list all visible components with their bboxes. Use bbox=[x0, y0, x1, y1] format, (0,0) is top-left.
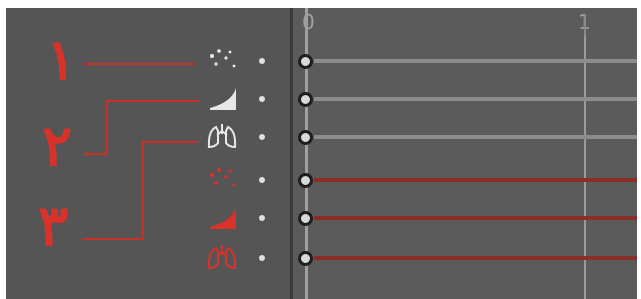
track-row-4[interactable] bbox=[314, 178, 637, 182]
keyframe[interactable] bbox=[298, 130, 313, 145]
annotation-connector bbox=[84, 153, 108, 155]
animation-panel: 0 1 bbox=[6, 8, 637, 299]
annotation-connector bbox=[82, 238, 144, 240]
annotation-connector bbox=[142, 141, 198, 143]
annotation-label-2: ۲ bbox=[42, 113, 73, 179]
annotation-label-1: ۱ bbox=[46, 27, 77, 93]
keyframe[interactable] bbox=[298, 173, 313, 188]
annotation-label-3: ۳ bbox=[38, 193, 69, 259]
ruler-tick bbox=[584, 14, 586, 36]
channel-dot[interactable] bbox=[259, 96, 265, 102]
panel-divider[interactable] bbox=[290, 8, 293, 299]
lungs-icon[interactable] bbox=[204, 121, 240, 151]
track-row-6[interactable] bbox=[314, 256, 637, 260]
track-row-2[interactable] bbox=[314, 97, 637, 101]
track-row-5[interactable] bbox=[314, 216, 637, 220]
channel-dot[interactable] bbox=[259, 134, 265, 140]
track-row-3[interactable] bbox=[314, 135, 637, 139]
keyframe[interactable] bbox=[298, 211, 313, 226]
annotation-connector bbox=[106, 100, 200, 102]
track-row-1[interactable] bbox=[314, 59, 637, 63]
particles-icon[interactable] bbox=[204, 165, 240, 195]
ruler-label-start: 0 bbox=[302, 10, 315, 34]
keyframe[interactable] bbox=[298, 251, 313, 266]
keyframe[interactable] bbox=[298, 54, 313, 69]
channel-dot[interactable] bbox=[259, 177, 265, 183]
annotation-connector bbox=[142, 141, 144, 240]
curve-icon[interactable] bbox=[204, 203, 240, 233]
annotation-connector bbox=[84, 63, 196, 65]
annotation-connector bbox=[106, 100, 108, 155]
lungs-icon[interactable] bbox=[204, 242, 240, 272]
channel-dot[interactable] bbox=[259, 255, 265, 261]
keyframe[interactable] bbox=[298, 92, 313, 107]
particles-icon[interactable] bbox=[204, 46, 240, 76]
channel-dot[interactable] bbox=[259, 58, 265, 64]
channel-dot[interactable] bbox=[259, 215, 265, 221]
curve-icon[interactable] bbox=[204, 84, 240, 114]
